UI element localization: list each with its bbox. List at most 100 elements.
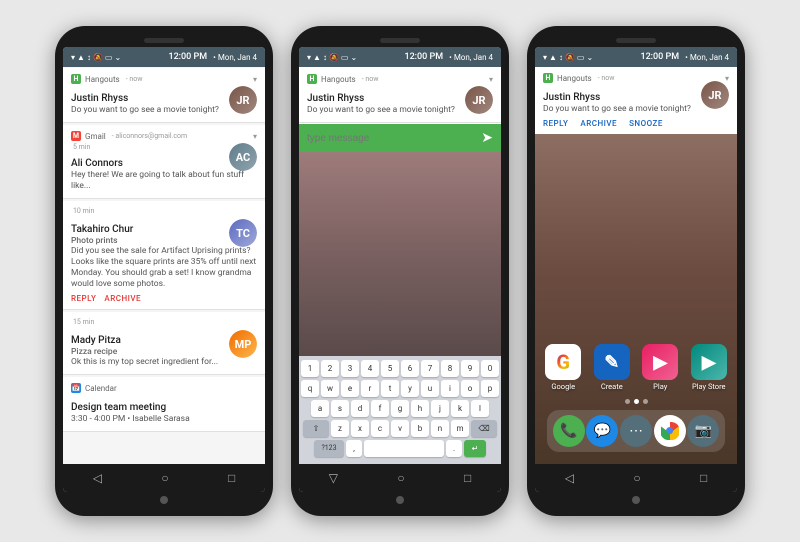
home-btn-2[interactable]: ○ <box>397 471 404 485</box>
phone-dot-1 <box>160 496 168 504</box>
back-btn-1[interactable]: ◁ <box>93 471 102 485</box>
key-7[interactable]: 7 <box>421 360 439 377</box>
phone-dock-icon[interactable]: 📞 <box>553 415 585 447</box>
archive-btn-3[interactable]: ARCHIVE <box>580 119 617 128</box>
chrome-svg <box>661 422 679 440</box>
hangouts-avatar-3: JR <box>701 81 729 109</box>
key-period[interactable]: . <box>446 440 462 457</box>
home-hangouts-notification[interactable]: H Hangouts - now ▾ Justin Rhyss Do you w… <box>535 67 737 134</box>
bottom-nav-2: ▽ ○ □ <box>299 464 501 492</box>
google-icon-3: G <box>545 344 581 380</box>
key-m[interactable]: m <box>451 420 469 437</box>
avatar-jr-2: JR <box>465 86 493 114</box>
key-x[interactable]: x <box>351 420 369 437</box>
key-s[interactable]: s <box>331 400 349 417</box>
key-u[interactable]: u <box>421 380 439 397</box>
recents-btn-2[interactable]: □ <box>464 471 471 485</box>
key-2[interactable]: 2 <box>321 360 339 377</box>
status-date-1: • Mon, Jan 4 <box>211 53 257 62</box>
hangouts-icon-3: H <box>543 73 553 83</box>
hangouts-avatar-2: JR <box>465 86 493 114</box>
keyboard-row-numbers: 1 2 3 4 5 6 7 8 9 0 <box>301 360 499 377</box>
back-btn-3[interactable]: ◁ <box>565 471 574 485</box>
key-c[interactable]: c <box>371 420 389 437</box>
gmail-expand-1[interactable]: ▾ <box>253 132 257 141</box>
key-symbols[interactable]: ?123 <box>314 440 344 457</box>
hangouts-notification-1[interactable]: H Hangouts - now ▾ Justin Rhyss Do you w… <box>63 68 265 123</box>
key-5[interactable]: 5 <box>381 360 399 377</box>
home-page-dots <box>543 399 729 404</box>
key-1[interactable]: 1 <box>301 360 319 377</box>
recents-btn-3[interactable]: □ <box>700 471 707 485</box>
key-y[interactable]: y <box>401 380 419 397</box>
key-z[interactable]: z <box>331 420 349 437</box>
playstore-app-icon-wrap[interactable]: ▶ Play Store <box>689 344 730 391</box>
key-comma[interactable]: , <box>346 440 362 457</box>
key-3[interactable]: 3 <box>341 360 359 377</box>
key-v[interactable]: v <box>391 420 409 437</box>
bottom-nav-3: ◁ ○ □ <box>535 464 737 492</box>
key-8[interactable]: 8 <box>441 360 459 377</box>
key-i[interactable]: i <box>441 380 459 397</box>
sms-dock-icon[interactable]: 💬 <box>586 415 618 447</box>
phones-container: ▾ ▲ ↕ 🔕 ▭ ⌄ 12:00 PM • Mon, Jan 4 <box>45 16 755 526</box>
battery-icon-2: ▭ <box>341 53 349 62</box>
key-space[interactable] <box>364 440 444 457</box>
mady-notification-1[interactable]: 15 min Mady Pitza Pizza recipe Ok this i… <box>63 312 265 375</box>
key-6[interactable]: 6 <box>401 360 419 377</box>
key-n[interactable]: n <box>431 420 449 437</box>
home-btn-3[interactable]: ○ <box>633 471 640 485</box>
apps-dock-icon[interactable]: ⋯ <box>620 415 652 447</box>
key-t[interactable]: t <box>381 380 399 397</box>
send-button-2[interactable]: ➤ <box>481 130 493 146</box>
recents-btn-1[interactable]: □ <box>228 471 235 485</box>
key-backspace[interactable]: ⌫ <box>471 420 497 437</box>
key-p[interactable]: p <box>481 380 499 397</box>
create-app-label: Create <box>601 382 623 391</box>
takahiro-notification-1[interactable]: 10 min Takahiro Chur Photo prints Did yo… <box>63 201 265 310</box>
key-o[interactable]: o <box>461 380 479 397</box>
snooze-btn-3[interactable]: SNOOZE <box>629 119 663 128</box>
hangouts-expand-1[interactable]: ▾ <box>253 75 257 84</box>
key-q[interactable]: q <box>301 380 319 397</box>
takahiro-archive-btn-1[interactable]: ARCHIVE <box>104 294 141 303</box>
create-app-icon-wrap[interactable]: ✎ Create <box>592 344 633 391</box>
key-enter[interactable]: ↵ <box>464 440 486 457</box>
key-r[interactable]: r <box>361 380 379 397</box>
key-w[interactable]: w <box>321 380 339 397</box>
back-btn-2[interactable]: ▽ <box>329 471 338 485</box>
google-app-icon-wrap[interactable]: G Google <box>543 344 584 391</box>
key-e[interactable]: e <box>341 380 359 397</box>
home-notif-actions: REPLY ARCHIVE SNOOZE <box>543 119 729 128</box>
key-b[interactable]: b <box>411 420 429 437</box>
camera-dock-icon[interactable]: 📷 <box>687 415 719 447</box>
key-a[interactable]: a <box>311 400 329 417</box>
key-d[interactable]: d <box>351 400 369 417</box>
hangouts-expand-3[interactable]: ▾ <box>725 74 729 83</box>
play-app-label: Play <box>653 382 667 391</box>
takahiro-actions-1: REPLY ARCHIVE <box>71 294 257 303</box>
hangouts-expand-2[interactable]: ▾ <box>489 75 493 84</box>
calendar-notification-1[interactable]: 📅 Calendar Design team meeting 3:30 - 4:… <box>63 377 265 432</box>
takahiro-reply-btn-1[interactable]: REPLY <box>71 294 96 303</box>
key-shift[interactable]: ⇧ <box>303 420 329 437</box>
key-4[interactable]: 4 <box>361 360 379 377</box>
key-0[interactable]: 0 <box>481 360 499 377</box>
key-9[interactable]: 9 <box>461 360 479 377</box>
key-j[interactable]: j <box>431 400 449 417</box>
key-f[interactable]: f <box>371 400 389 417</box>
gmail-notification-1[interactable]: M Gmail - aliconnors@gmail.com ▾ 5 min A… <box>63 125 265 199</box>
home-btn-1[interactable]: ○ <box>161 471 168 485</box>
chrome-dock-icon[interactable] <box>654 415 686 447</box>
key-l[interactable]: l <box>471 400 489 417</box>
play-app-icon-wrap[interactable]: ▶ Play <box>640 344 681 391</box>
key-k[interactable]: k <box>451 400 469 417</box>
reply-btn-3[interactable]: REPLY <box>543 119 568 128</box>
mady-sender-1: Mady Pitza <box>71 335 121 346</box>
key-g[interactable]: g <box>391 400 409 417</box>
key-h[interactable]: h <box>411 400 429 417</box>
takahiro-time-1: 10 min <box>73 207 94 215</box>
message-input-2[interactable] <box>307 133 477 144</box>
hangouts-notification-2[interactable]: H Hangouts - now ▾ Justin Rhyss Do you w… <box>299 68 501 123</box>
hangouts-message-3: Do you want to go see a movie tonight? <box>543 104 729 115</box>
